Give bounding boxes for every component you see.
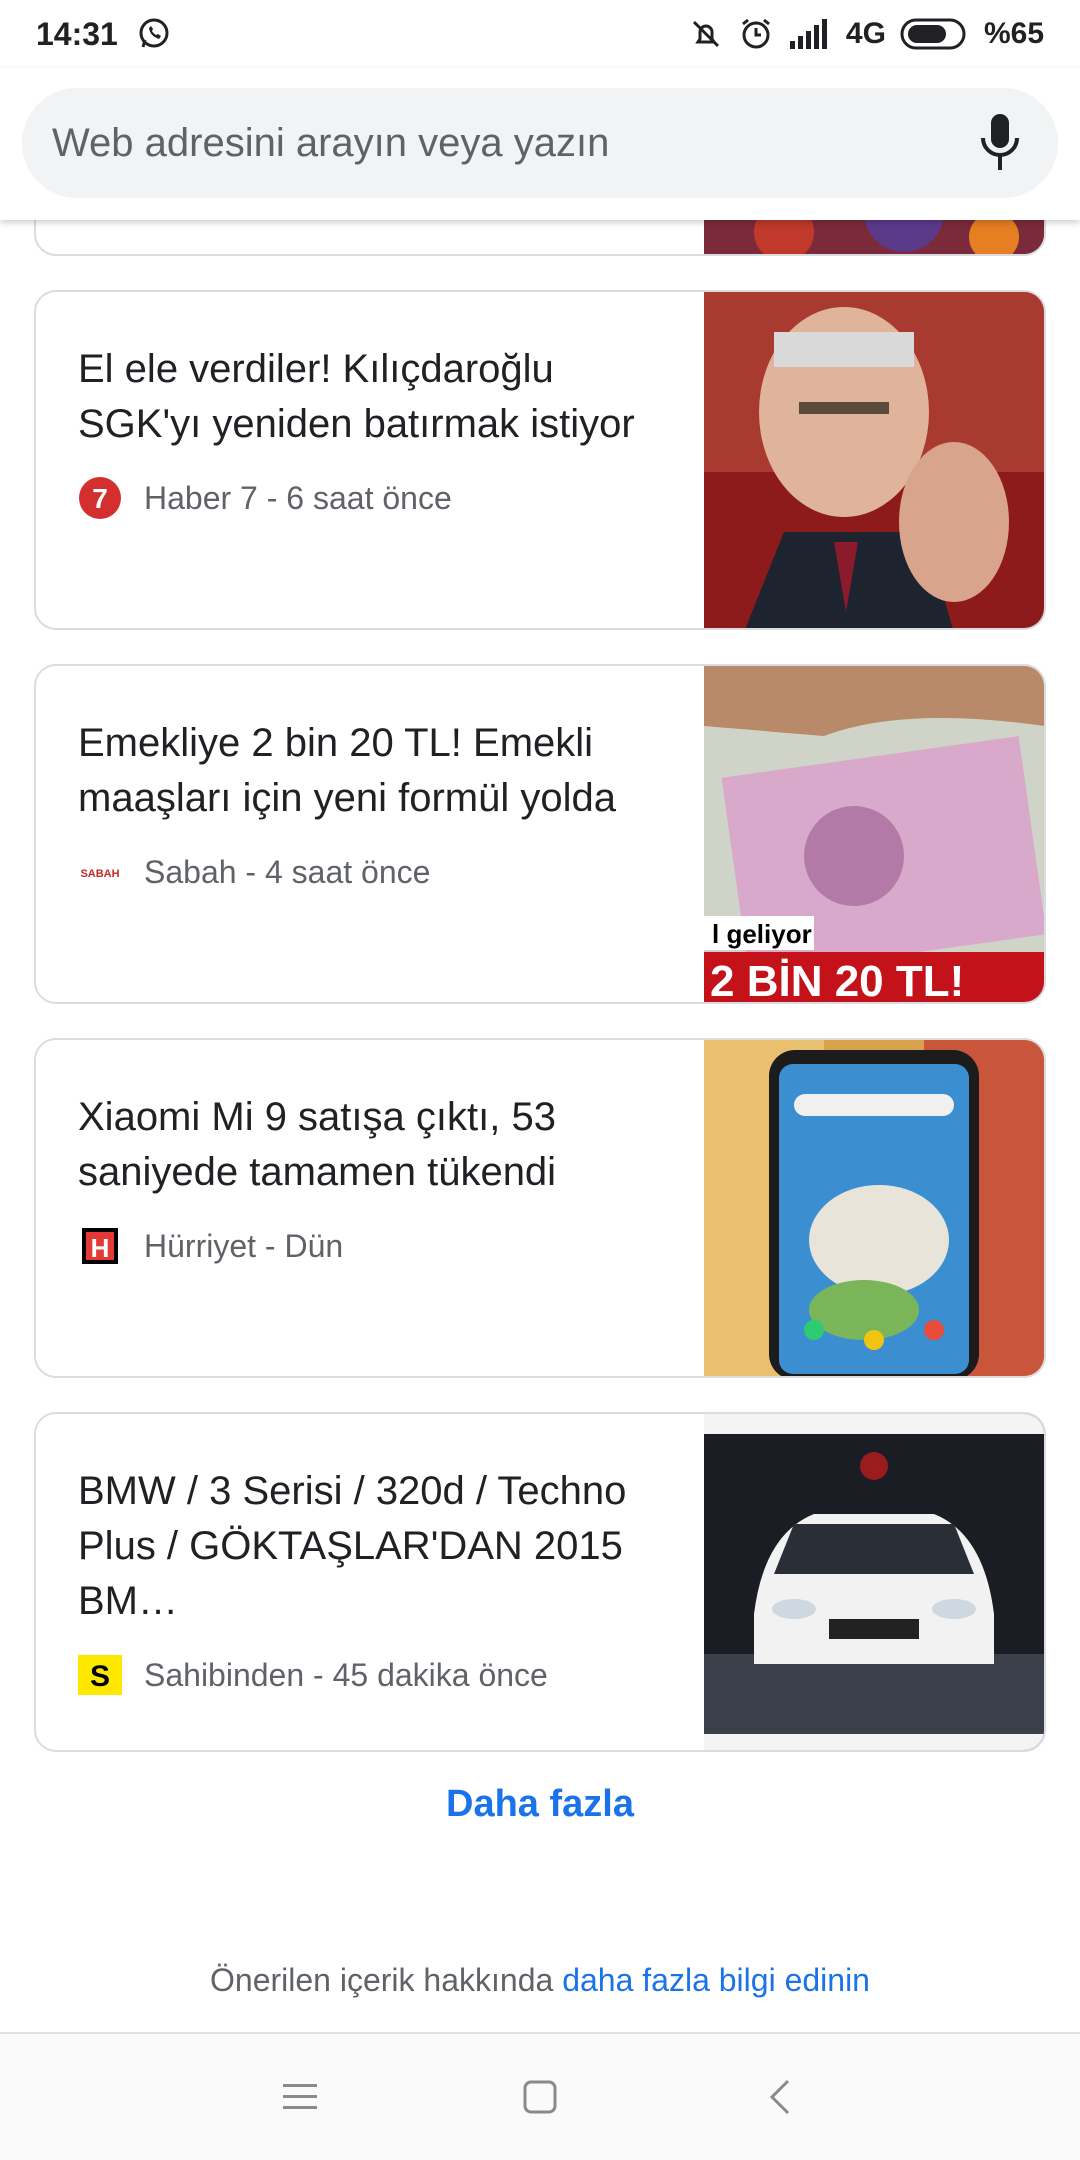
more-button[interactable]: Daha fazla <box>0 1783 1080 1826</box>
article-meta: 7 Haber 7 - 6 saat önce <box>78 476 678 520</box>
suggested-content-note: Önerilen içerik hakkında daha fazla bilg… <box>0 1962 1080 1999</box>
article-title[interactable]: BMW / 3 Serisi / 320d / Techno Plus / GÖ… <box>78 1464 678 1629</box>
article-card[interactable]: BMW / 3 Serisi / 320d / Techno Plus / GÖ… <box>34 1412 1046 1752</box>
article-source: Haber 7 - 6 saat önce <box>144 479 452 516</box>
article-source: Hürriyet - Dün <box>144 1227 344 1264</box>
system-nav-bar <box>0 2032 1080 2160</box>
battery-icon <box>900 17 970 51</box>
article-title[interactable]: Emekliye 2 bin 20 TL! Emekli maaşları iç… <box>78 716 678 826</box>
article-card[interactable]: Xiaomi Mi 9 satışa çıktı, 53 saniyede ta… <box>34 1038 1046 1378</box>
article-source: Sabah - 4 saat önce <box>144 853 431 890</box>
alarm-icon <box>738 16 774 52</box>
status-bar: 14:31 4G %65 <box>0 0 1080 68</box>
article-image <box>704 292 1044 628</box>
article-meta: H Hürriyet - Dün <box>78 1224 678 1268</box>
article-card[interactable]: El ele verdiler! Kılıçdaroğlu SGK'yı yen… <box>34 290 1046 630</box>
battery-percent: %65 <box>983 17 1044 50</box>
haber7-logo-icon: 7 <box>78 476 122 520</box>
sabah-logo-text: SABAH <box>80 868 119 880</box>
omnibox[interactable] <box>22 88 1058 198</box>
article-meta: SABAH Sabah - 4 saat önce <box>78 850 678 894</box>
article-text: Emekliye 2 bin 20 TL! Emekli maaşları iç… <box>78 716 678 894</box>
search-bar <box>0 68 1080 220</box>
article-image <box>704 1040 1044 1376</box>
article-image <box>704 1414 1044 1750</box>
status-right: 4G %65 <box>688 16 1044 52</box>
signal-icon <box>788 19 832 49</box>
article-image: l geliyor 2 BİN 20 TL! <box>704 666 1044 1002</box>
article-title[interactable]: Xiaomi Mi 9 satışa çıktı, 53 saniyede ta… <box>78 1090 678 1200</box>
home-icon[interactable] <box>510 2067 570 2127</box>
search-input[interactable] <box>50 119 970 167</box>
network-type: 4G <box>845 17 886 50</box>
article-text: El ele verdiler! Kılıçdaroğlu SGK'yı yen… <box>78 342 678 520</box>
footer-text: Önerilen içerik hakkında <box>210 1962 554 1998</box>
haber7-logo-text: 7 <box>92 483 108 514</box>
mic-icon[interactable] <box>970 108 1030 178</box>
sabah-logo-icon: SABAH <box>78 850 122 894</box>
notifications-muted-icon <box>688 16 724 52</box>
whatsapp-icon <box>136 16 172 52</box>
image-caption-2: 2 BİN 20 TL! <box>710 957 964 1004</box>
article-title[interactable]: El ele verdiler! Kılıçdaroğlu SGK'yı yen… <box>78 342 678 452</box>
hurriyet-logo-text: H <box>91 1233 110 1263</box>
back-icon[interactable] <box>750 2067 810 2127</box>
sahibinden-logo-text: S <box>90 1660 110 1693</box>
article-text: BMW / 3 Serisi / 320d / Techno Plus / GÖ… <box>78 1464 678 1697</box>
article-text: Xiaomi Mi 9 satışa çıktı, 53 saniyede ta… <box>78 1090 678 1268</box>
status-left: 14:31 <box>36 16 172 53</box>
hurriyet-logo-icon: H <box>78 1224 122 1268</box>
sahibinden-logo-icon: S <box>78 1653 122 1697</box>
article-source: Sahibinden - 45 dakika önce <box>144 1656 548 1693</box>
image-caption-1: l geliyor <box>712 919 812 949</box>
learn-more-link[interactable]: daha fazla bilgi edinin <box>562 1962 870 1998</box>
menu-icon[interactable] <box>270 2067 330 2127</box>
article-card[interactable]: Emekliye 2 bin 20 TL! Emekli maaşları iç… <box>34 664 1046 1004</box>
article-meta: S Sahibinden - 45 dakika önce <box>78 1653 678 1697</box>
status-time: 14:31 <box>36 15 118 52</box>
